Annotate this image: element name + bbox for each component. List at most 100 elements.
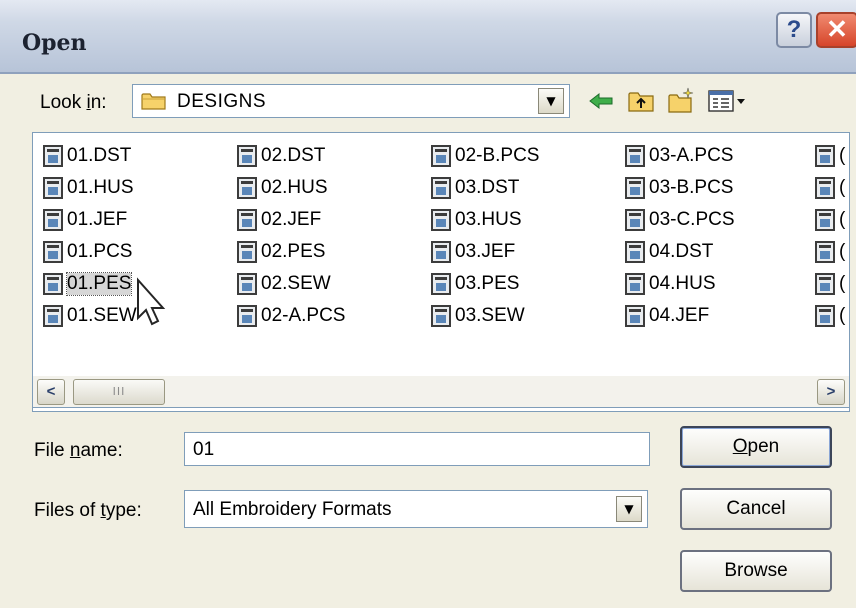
- help-button[interactable]: ?: [776, 12, 812, 48]
- file-list-item[interactable]: 03-A.PCS: [625, 143, 733, 169]
- file-name-text: 02.SEW: [261, 273, 331, 294]
- file-name-text: 04.HUS: [649, 273, 716, 294]
- file-type-label: Files of type:: [34, 500, 142, 521]
- open-button[interactable]: Open: [680, 426, 832, 468]
- file-name-text: (: [839, 305, 846, 326]
- file-list-item[interactable]: 03.HUS: [431, 207, 522, 233]
- embroidery-file-icon: [431, 241, 451, 263]
- file-name-text: 02.DST: [261, 145, 326, 166]
- file-name-text: 02.JEF: [261, 209, 322, 230]
- back-arrow-icon[interactable]: [586, 86, 616, 116]
- folder-icon: [141, 93, 166, 110]
- embroidery-file-icon: [815, 273, 835, 295]
- look-in-combo[interactable]: DESIGNS: [132, 84, 570, 118]
- file-name-text: 03.SEW: [455, 305, 525, 326]
- scroll-left-button[interactable]: <: [37, 379, 65, 405]
- file-list-item[interactable]: 03.PES: [431, 271, 519, 297]
- file-name-text: 01.DST: [67, 145, 132, 166]
- file-list-item[interactable]: 01.DST: [43, 143, 131, 169]
- file-name-text: (: [839, 273, 846, 294]
- file-name-text: 01.PES: [65, 272, 133, 296]
- embroidery-file-icon: [43, 177, 63, 199]
- file-list-item[interactable]: 02.HUS: [237, 175, 328, 201]
- file-list-item[interactable]: 02-B.PCS: [431, 143, 539, 169]
- file-name-text: 03-C.PCS: [649, 209, 735, 230]
- embroidery-file-icon: [625, 209, 645, 231]
- file-name-text: (: [839, 209, 846, 230]
- embroidery-file-icon: [431, 145, 451, 167]
- file-list-item[interactable]: 03.JEF: [431, 239, 515, 265]
- file-name-text: (: [839, 145, 846, 166]
- browse-button[interactable]: Browse: [680, 550, 832, 592]
- embroidery-file-icon: [43, 273, 63, 295]
- embroidery-file-icon: [237, 273, 257, 295]
- file-type-dropdown-button[interactable]: ▼: [616, 496, 642, 522]
- embroidery-file-icon: [43, 209, 63, 231]
- embroidery-file-icon: [815, 177, 835, 199]
- file-list-item[interactable]: 03-C.PCS: [625, 207, 735, 233]
- file-name-text: 03-A.PCS: [649, 145, 734, 166]
- new-folder-icon[interactable]: [666, 86, 696, 116]
- embroidery-file-icon: [625, 145, 645, 167]
- file-list-item[interactable]: (: [815, 143, 845, 169]
- file-list-item[interactable]: 01.HUS: [43, 175, 134, 201]
- embroidery-file-icon: [815, 209, 835, 231]
- up-folder-icon[interactable]: [626, 86, 656, 116]
- file-list-item[interactable]: 02.SEW: [237, 271, 331, 297]
- file-name-text: 03.DST: [455, 177, 520, 198]
- file-name-text: 01.PCS: [67, 241, 133, 262]
- look-in-value: DESIGNS: [177, 91, 267, 112]
- embroidery-file-icon: [815, 305, 835, 327]
- look-in-dropdown-button[interactable]: ▼: [538, 88, 564, 114]
- file-list-item[interactable]: (: [815, 271, 845, 297]
- file-list-item[interactable]: 03-B.PCS: [625, 175, 733, 201]
- file-list-item[interactable]: 01.PCS: [43, 239, 132, 265]
- file-list-item[interactable]: (: [815, 175, 845, 201]
- dialog-title: Open: [22, 30, 87, 56]
- scroll-thumb[interactable]: III: [73, 379, 165, 405]
- file-list-item[interactable]: 02-A.PCS: [237, 303, 345, 329]
- file-list-item[interactable]: 01.SEW: [43, 303, 137, 329]
- file-list-item[interactable]: 04.JEF: [625, 303, 709, 329]
- file-list-item[interactable]: 02.JEF: [237, 207, 321, 233]
- embroidery-file-icon: [43, 145, 63, 167]
- file-type-value: All Embroidery Formats: [193, 499, 392, 520]
- cancel-button[interactable]: Cancel: [680, 488, 832, 530]
- embroidery-file-icon: [815, 241, 835, 263]
- file-list-item[interactable]: 02.PES: [237, 239, 325, 265]
- file-name-text: 03.JEF: [455, 241, 516, 262]
- file-list-item[interactable]: (: [815, 239, 845, 265]
- file-list-item[interactable]: 03.DST: [431, 175, 519, 201]
- embroidery-file-icon: [43, 305, 63, 327]
- view-menu-icon[interactable]: [706, 86, 750, 116]
- file-name-text: (: [839, 177, 846, 198]
- horizontal-scrollbar[interactable]: < III >: [32, 376, 850, 408]
- file-name-input[interactable]: 01: [184, 432, 650, 466]
- file-name-text: 02-A.PCS: [261, 305, 346, 326]
- embroidery-file-icon: [625, 177, 645, 199]
- look-in-label: Look in:: [40, 92, 107, 113]
- file-name-text: 03.PES: [455, 273, 520, 294]
- file-list-item[interactable]: 01.PES: [43, 271, 133, 297]
- scroll-right-button[interactable]: >: [817, 379, 845, 405]
- embroidery-file-icon: [43, 241, 63, 263]
- title-bar: Open ? ✕: [0, 0, 856, 74]
- file-name-label: File name:: [34, 440, 123, 461]
- file-list-item[interactable]: (: [815, 303, 845, 329]
- embroidery-file-icon: [625, 241, 645, 263]
- file-name-text: 01.SEW: [67, 305, 137, 326]
- file-list-item[interactable]: 04.HUS: [625, 271, 716, 297]
- file-name-text: 01.HUS: [67, 177, 134, 198]
- file-list-item[interactable]: 03.SEW: [431, 303, 525, 329]
- file-name-text: 03-B.PCS: [649, 177, 734, 198]
- file-list-item[interactable]: 02.DST: [237, 143, 325, 169]
- embroidery-file-icon: [815, 145, 835, 167]
- file-list-item[interactable]: 01.JEF: [43, 207, 127, 233]
- file-list-item[interactable]: 04.DST: [625, 239, 713, 265]
- close-button[interactable]: ✕: [816, 12, 856, 48]
- file-name-text: 02-B.PCS: [455, 145, 540, 166]
- embroidery-file-icon: [625, 305, 645, 327]
- file-list-item[interactable]: (: [815, 207, 845, 233]
- file-name-text: 03.HUS: [455, 209, 522, 230]
- file-type-combo[interactable]: All Embroidery Formats: [184, 490, 648, 528]
